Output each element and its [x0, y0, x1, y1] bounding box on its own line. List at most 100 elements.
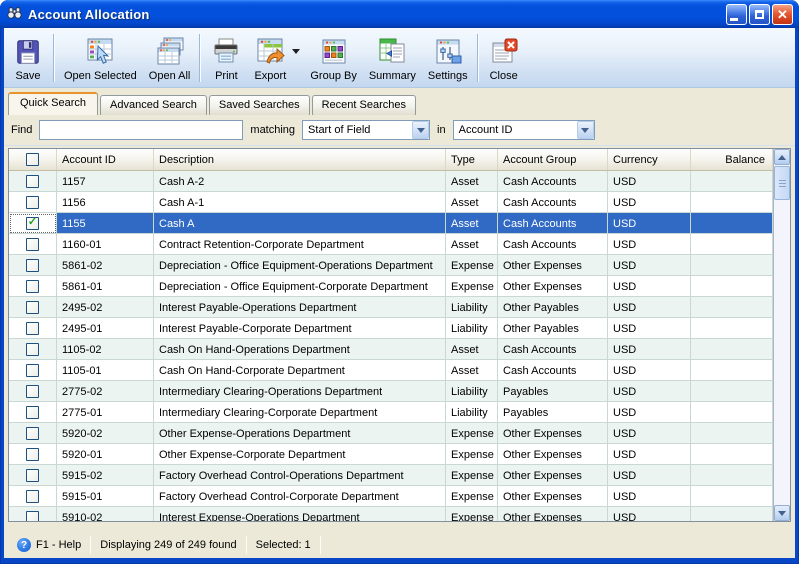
cell-currency: USD: [608, 297, 691, 318]
table-row[interactable]: 2775-01 Intermediary Clearing-Corporate …: [9, 402, 773, 423]
tab-advanced-search[interactable]: Advanced Search: [100, 95, 207, 115]
row-checkbox[interactable]: [26, 489, 39, 503]
export-dropdown-arrow[interactable]: [292, 48, 301, 54]
row-check-cell: [9, 213, 57, 234]
tab-recent-searches[interactable]: Recent Searches: [311, 95, 416, 115]
column-header-currency[interactable]: Currency: [608, 149, 691, 170]
column-header-description[interactable]: Description: [154, 149, 446, 170]
cell-balance: [691, 171, 773, 192]
scroll-up-button[interactable]: [774, 149, 790, 165]
matching-select[interactable]: Start of Field: [302, 120, 431, 140]
settings-button[interactable]: Settings: [422, 30, 474, 86]
settings-label: Settings: [427, 70, 468, 82]
row-checkbox[interactable]: [26, 195, 39, 209]
cell-description: Other Expense-Operations Department: [154, 423, 446, 444]
table-row[interactable]: 5915-01 Factory Overhead Control-Corpora…: [9, 486, 773, 507]
row-checkbox[interactable]: [26, 447, 39, 461]
row-checkbox[interactable]: [26, 237, 39, 251]
minimize-button[interactable]: [726, 3, 747, 25]
group-by-button[interactable]: Group By: [304, 30, 362, 86]
column-header-type[interactable]: Type: [446, 149, 498, 170]
cell-account-group: Other Expenses: [498, 465, 608, 486]
open-all-button[interactable]: Open All: [143, 30, 197, 86]
row-checkbox[interactable]: [26, 363, 39, 377]
help-icon[interactable]: ?: [17, 538, 31, 552]
cell-currency: USD: [608, 234, 691, 255]
cell-currency: USD: [608, 423, 691, 444]
cell-currency: USD: [608, 276, 691, 297]
table-row[interactable]: 1105-01 Cash On Hand-Corporate Departmen…: [9, 360, 773, 381]
open-selected-button[interactable]: Open Selected: [58, 30, 143, 86]
print-button[interactable]: Print: [204, 30, 248, 86]
search-bar: Find matching Start of Field in Account …: [4, 115, 795, 146]
row-check-cell: [9, 402, 57, 423]
tab-bar: Quick Search Advanced Search Saved Searc…: [4, 88, 795, 115]
cell-account-id: 1156: [57, 192, 154, 213]
table-row[interactable]: 2495-01 Interest Payable-Corporate Depar…: [9, 318, 773, 339]
table-row[interactable]: 2495-02 Interest Payable-Operations Depa…: [9, 297, 773, 318]
row-checkbox[interactable]: [26, 342, 39, 356]
close-window-button[interactable]: ✕: [772, 3, 793, 25]
scrollbar-track[interactable]: [774, 201, 790, 505]
table-row[interactable]: 5915-02 Factory Overhead Control-Operati…: [9, 465, 773, 486]
row-check-cell: [9, 255, 57, 276]
find-input[interactable]: [39, 120, 244, 140]
tab-saved-searches[interactable]: Saved Searches: [208, 95, 310, 115]
scrollbar-thumb[interactable]: [774, 166, 790, 200]
row-checkbox[interactable]: [26, 384, 39, 398]
cell-balance: [691, 297, 773, 318]
save-button[interactable]: Save: [6, 30, 50, 86]
matching-dropdown-button[interactable]: [412, 121, 430, 139]
row-checkbox[interactable]: [26, 426, 39, 440]
status-bar: ? F1 - Help Displaying 249 of 249 found …: [4, 532, 795, 558]
table-row[interactable]: 1160-01 Contract Retention-Corporate Dep…: [9, 234, 773, 255]
tab-quick-search[interactable]: Quick Search: [8, 92, 99, 115]
cell-description: Interest Payable-Operations Department: [154, 297, 446, 318]
table-row[interactable]: 1157 Cash A-2 Asset Cash Accounts USD: [9, 171, 773, 192]
row-checkbox[interactable]: [26, 174, 39, 188]
table-row[interactable]: 1155 Cash A Asset Cash Accounts USD: [9, 213, 773, 234]
row-check-cell: [9, 486, 57, 507]
row-checkbox[interactable]: [26, 300, 39, 314]
save-label: Save: [15, 70, 41, 82]
cell-account-id: 2495-02: [57, 297, 154, 318]
row-checkbox[interactable]: [26, 510, 39, 521]
close-button[interactable]: Close: [482, 30, 526, 86]
cell-currency: USD: [608, 465, 691, 486]
table-row[interactable]: 5861-02 Depreciation - Office Equipment-…: [9, 255, 773, 276]
maximize-button[interactable]: [749, 3, 770, 25]
cell-currency: USD: [608, 402, 691, 423]
row-checkbox[interactable]: [26, 321, 39, 335]
summary-button[interactable]: Summary: [363, 30, 422, 86]
toolbar-separator: [476, 34, 479, 82]
select-all-checkbox[interactable]: [26, 153, 39, 166]
table-row[interactable]: 1156 Cash A-1 Asset Cash Accounts USD: [9, 192, 773, 213]
in-select[interactable]: Account ID: [452, 120, 595, 140]
table-row[interactable]: 5920-01 Other Expense-Corporate Departme…: [9, 444, 773, 465]
export-button[interactable]: Export: [248, 30, 292, 86]
cell-currency: USD: [608, 213, 691, 234]
chevron-down-icon: [581, 127, 590, 133]
cell-account-id: 5915-02: [57, 465, 154, 486]
row-checkbox[interactable]: [26, 468, 39, 482]
matching-label: matching: [250, 124, 296, 136]
table-row[interactable]: 5861-01 Depreciation - Office Equipment-…: [9, 276, 773, 297]
select-all-header[interactable]: [9, 149, 57, 170]
row-checkbox[interactable]: [26, 405, 39, 419]
column-header-account-id[interactable]: Account ID: [57, 149, 154, 170]
column-header-balance[interactable]: Balance: [691, 149, 773, 170]
table-row[interactable]: 5910-02 Interest Expense-Operations Depa…: [9, 507, 773, 521]
table-row[interactable]: 1105-02 Cash On Hand-Operations Departme…: [9, 339, 773, 360]
row-checkbox[interactable]: [26, 279, 39, 293]
table-row[interactable]: 2775-02 Intermediary Clearing-Operations…: [9, 381, 773, 402]
title-bar[interactable]: Account Allocation ✕: [0, 0, 799, 28]
row-checkbox[interactable]: [26, 216, 39, 230]
in-dropdown-button[interactable]: [576, 121, 594, 139]
cell-account-group: Cash Accounts: [498, 339, 608, 360]
row-checkbox[interactable]: [26, 258, 39, 272]
vertical-scrollbar[interactable]: [773, 149, 790, 521]
table-row[interactable]: 5920-02 Other Expense-Operations Departm…: [9, 423, 773, 444]
scroll-down-button[interactable]: [774, 505, 790, 521]
cell-account-id: 5920-01: [57, 444, 154, 465]
column-header-account-group[interactable]: Account Group: [498, 149, 608, 170]
